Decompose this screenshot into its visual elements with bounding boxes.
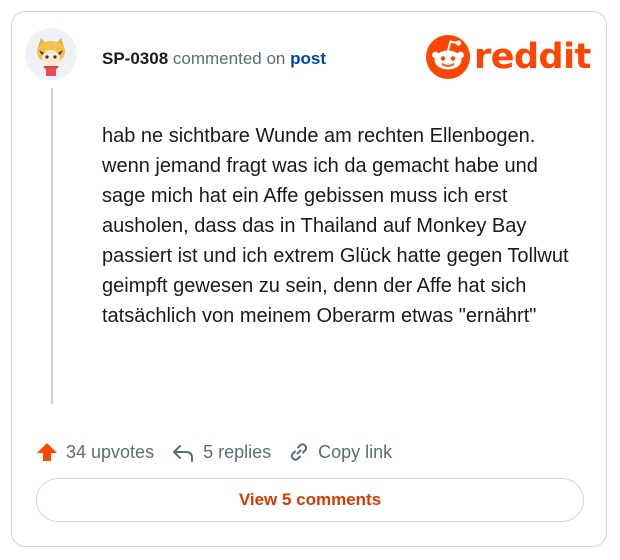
link-chain-icon xyxy=(290,443,308,461)
thread-line xyxy=(51,88,53,404)
comment-header: SP-0308 commented on post xyxy=(102,49,326,69)
replies-button[interactable]: 5 replies xyxy=(171,441,271,463)
commented-on-text: commented on xyxy=(172,49,286,68)
username[interactable]: SP-0308 xyxy=(102,49,168,68)
upvote-count: 34 upvotes xyxy=(66,441,155,462)
reddit-snoo-icon xyxy=(426,35,470,79)
upvote-arrow-icon xyxy=(37,443,57,461)
view-comments-button[interactable]: View 5 comments xyxy=(36,478,584,522)
reddit-logo[interactable]: reddit xyxy=(426,35,591,79)
copy-link-label: Copy link xyxy=(318,441,393,462)
comment-body: hab ne sichtbare Wunde am rechten Ellenb… xyxy=(102,125,569,327)
copy-link-button[interactable]: Copy link xyxy=(288,441,392,463)
post-link[interactable]: post xyxy=(290,49,326,68)
replies-count: 5 replies xyxy=(203,441,272,462)
action-bar: 34 upvotes 5 replies Copy link xyxy=(36,438,409,466)
upvote-button[interactable]: 34 upvotes xyxy=(36,441,154,463)
reply-arrow-icon xyxy=(173,445,194,462)
reddit-wordmark: reddit xyxy=(474,36,591,77)
avatar[interactable] xyxy=(25,28,77,80)
